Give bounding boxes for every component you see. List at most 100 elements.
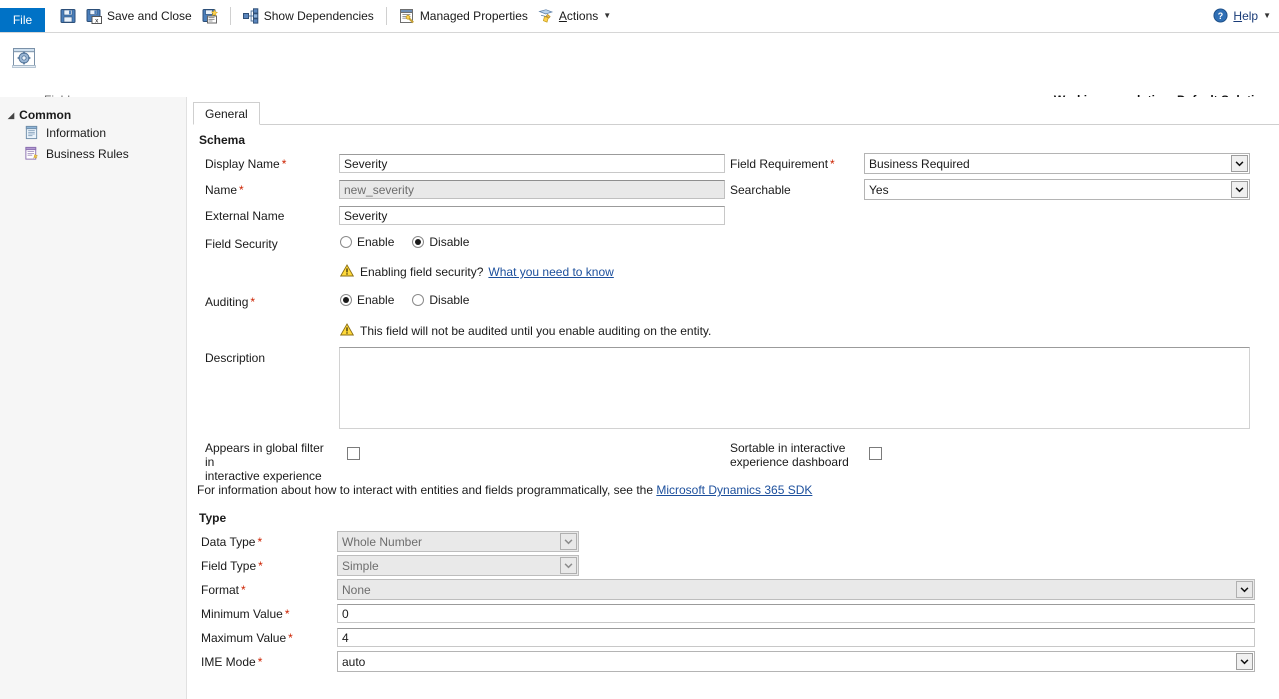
chevron-down-icon-help: ▼ [1263, 12, 1271, 20]
actions-icon [538, 8, 554, 24]
searchable-value: Yes [869, 182, 889, 198]
data-type-value: Whole Number [342, 534, 422, 550]
sidebar-navigation: ◢ Common Information [0, 97, 187, 699]
save-button[interactable] [55, 0, 81, 32]
radio-circle-selected-icon [340, 294, 352, 306]
global-filter-label: Appears in global filter in interactive … [205, 441, 335, 483]
chevron-down-icon[interactable] [560, 557, 577, 574]
sortable-label: Sortable in interactive experience dashb… [730, 441, 860, 469]
name-input[interactable]: new_severity [339, 180, 725, 199]
sidebar-item-information[interactable]: Information [0, 122, 186, 143]
help-label: Help [1233, 9, 1258, 23]
chevron-down-icon[interactable] [560, 533, 577, 550]
radio-circle-icon [340, 236, 352, 248]
required-asterisk: * [241, 583, 246, 597]
field-security-enable-radio[interactable]: Enable [340, 235, 394, 249]
field-security-enable-label: Enable [357, 235, 394, 249]
sidebar-item-business-rules[interactable]: Business Rules [0, 143, 186, 164]
auditing-disable-radio[interactable]: Disable [412, 293, 469, 307]
row-description: Description [193, 347, 1273, 441]
field-security-radio-group: Enable Disable [340, 235, 487, 249]
external-name-input[interactable]: Severity [339, 206, 725, 225]
field-requirement-value: Business Required [869, 156, 970, 172]
auditing-label: Auditing* [205, 295, 255, 309]
auditing-enable-radio[interactable]: Enable [340, 293, 394, 307]
ime-mode-label: IME Mode* [201, 655, 262, 669]
row-interactive-flags: Appears in global filter in interactive … [193, 441, 1273, 481]
required-asterisk: * [257, 535, 262, 549]
field-type-label: Field Type* [201, 559, 263, 573]
chevron-down-icon[interactable] [1231, 181, 1248, 198]
required-asterisk: * [258, 655, 263, 669]
tab-strip: General [193, 103, 1279, 125]
chevron-down-icon[interactable] [1236, 653, 1253, 670]
sidebar-group-common[interactable]: ◢ Common [0, 108, 186, 122]
display-name-input[interactable]: Severity [339, 154, 725, 173]
field-requirement-select[interactable]: Business Required [864, 153, 1250, 174]
maximum-value-input[interactable]: 4 [337, 628, 1255, 647]
field-requirement-label: Field Requirement* [730, 157, 835, 171]
save-and-new-button[interactable] [197, 0, 223, 32]
svg-text:?: ? [1218, 11, 1223, 21]
tab-general-label: General [205, 107, 248, 121]
name-label: Name* [205, 183, 244, 197]
sidebar-group-label: Common [19, 108, 71, 122]
field-security-warning: Enabling field security? What you need t… [340, 264, 614, 280]
format-select[interactable]: None [337, 579, 1255, 600]
actions-menu-button[interactable]: Actions ▼ [533, 0, 616, 32]
global-filter-checkbox[interactable] [347, 447, 360, 460]
auditing-warning: This field will not be audited until you… [340, 323, 711, 339]
required-asterisk: * [830, 157, 835, 171]
description-textarea[interactable] [339, 347, 1250, 429]
row-name: Name* new_severity Searchable Yes [193, 179, 1273, 205]
auditing-disable-label: Disable [429, 293, 469, 307]
main-content: General Schema Display Name* Severity Fi… [187, 97, 1279, 699]
dependencies-icon [243, 8, 259, 24]
managed-properties-icon [399, 8, 415, 24]
row-field-security-warning: Enabling field security? What you need t… [193, 261, 1273, 291]
chevron-down-icon[interactable] [1236, 581, 1253, 598]
information-icon [24, 125, 40, 141]
display-name-label: Display Name* [205, 157, 286, 171]
file-tab-label: File [13, 13, 32, 27]
field-security-label: Field Security [205, 237, 278, 251]
warning-triangle-icon [340, 264, 354, 280]
actions-label-rest: ctions [567, 9, 598, 23]
save-and-new-icon [202, 8, 218, 24]
required-asterisk: * [239, 183, 244, 197]
radio-circle-selected-icon [412, 236, 424, 248]
searchable-select[interactable]: Yes [864, 179, 1250, 200]
data-type-select[interactable]: Whole Number [337, 531, 579, 552]
field-type-select[interactable]: Simple [337, 555, 579, 576]
tab-general[interactable]: General [193, 102, 260, 125]
ribbon-separator-2 [386, 7, 387, 25]
save-and-close-icon: x [86, 8, 102, 24]
minimum-value-label: Minimum Value* [201, 607, 289, 621]
required-asterisk: * [250, 295, 255, 309]
sdk-link[interactable]: Microsoft Dynamics 365 SDK [656, 483, 812, 497]
file-tab[interactable]: File [0, 8, 45, 32]
row-external-name: External Name Severity [193, 205, 1273, 234]
external-name-label: External Name [205, 209, 284, 223]
row-auditing: Auditing* Enable Disable [193, 291, 1273, 319]
business-rules-icon [24, 146, 40, 162]
ime-mode-select[interactable]: auto [337, 651, 1255, 672]
ribbon-button-group: x Save and Close [55, 0, 616, 32]
field-security-disable-radio[interactable]: Disable [412, 235, 469, 249]
field-security-help-link[interactable]: What you need to know [488, 265, 613, 279]
row-sdk-note: For information about how to interact wi… [193, 481, 1273, 509]
managed-properties-button[interactable]: Managed Properties [394, 0, 533, 32]
row-display-name: Display Name* Severity Field Requirement… [193, 153, 1273, 179]
save-and-close-button[interactable]: x Save and Close [81, 0, 197, 32]
row-auditing-warning: This field will not be audited until you… [193, 319, 1273, 347]
show-dependencies-button[interactable]: Show Dependencies [238, 0, 379, 32]
minimum-value-input[interactable]: 0 [337, 604, 1255, 623]
help-menu-button[interactable]: ? Help ▼ [1213, 0, 1271, 32]
chevron-down-icon[interactable] [1231, 155, 1248, 172]
ime-mode-value: auto [342, 654, 365, 670]
field-type-value: Simple [342, 558, 379, 574]
help-label-rest: elp [1242, 9, 1258, 23]
sortable-checkbox[interactable] [869, 447, 882, 460]
sidebar-item-information-label: Information [46, 126, 106, 140]
radio-circle-icon [412, 294, 424, 306]
